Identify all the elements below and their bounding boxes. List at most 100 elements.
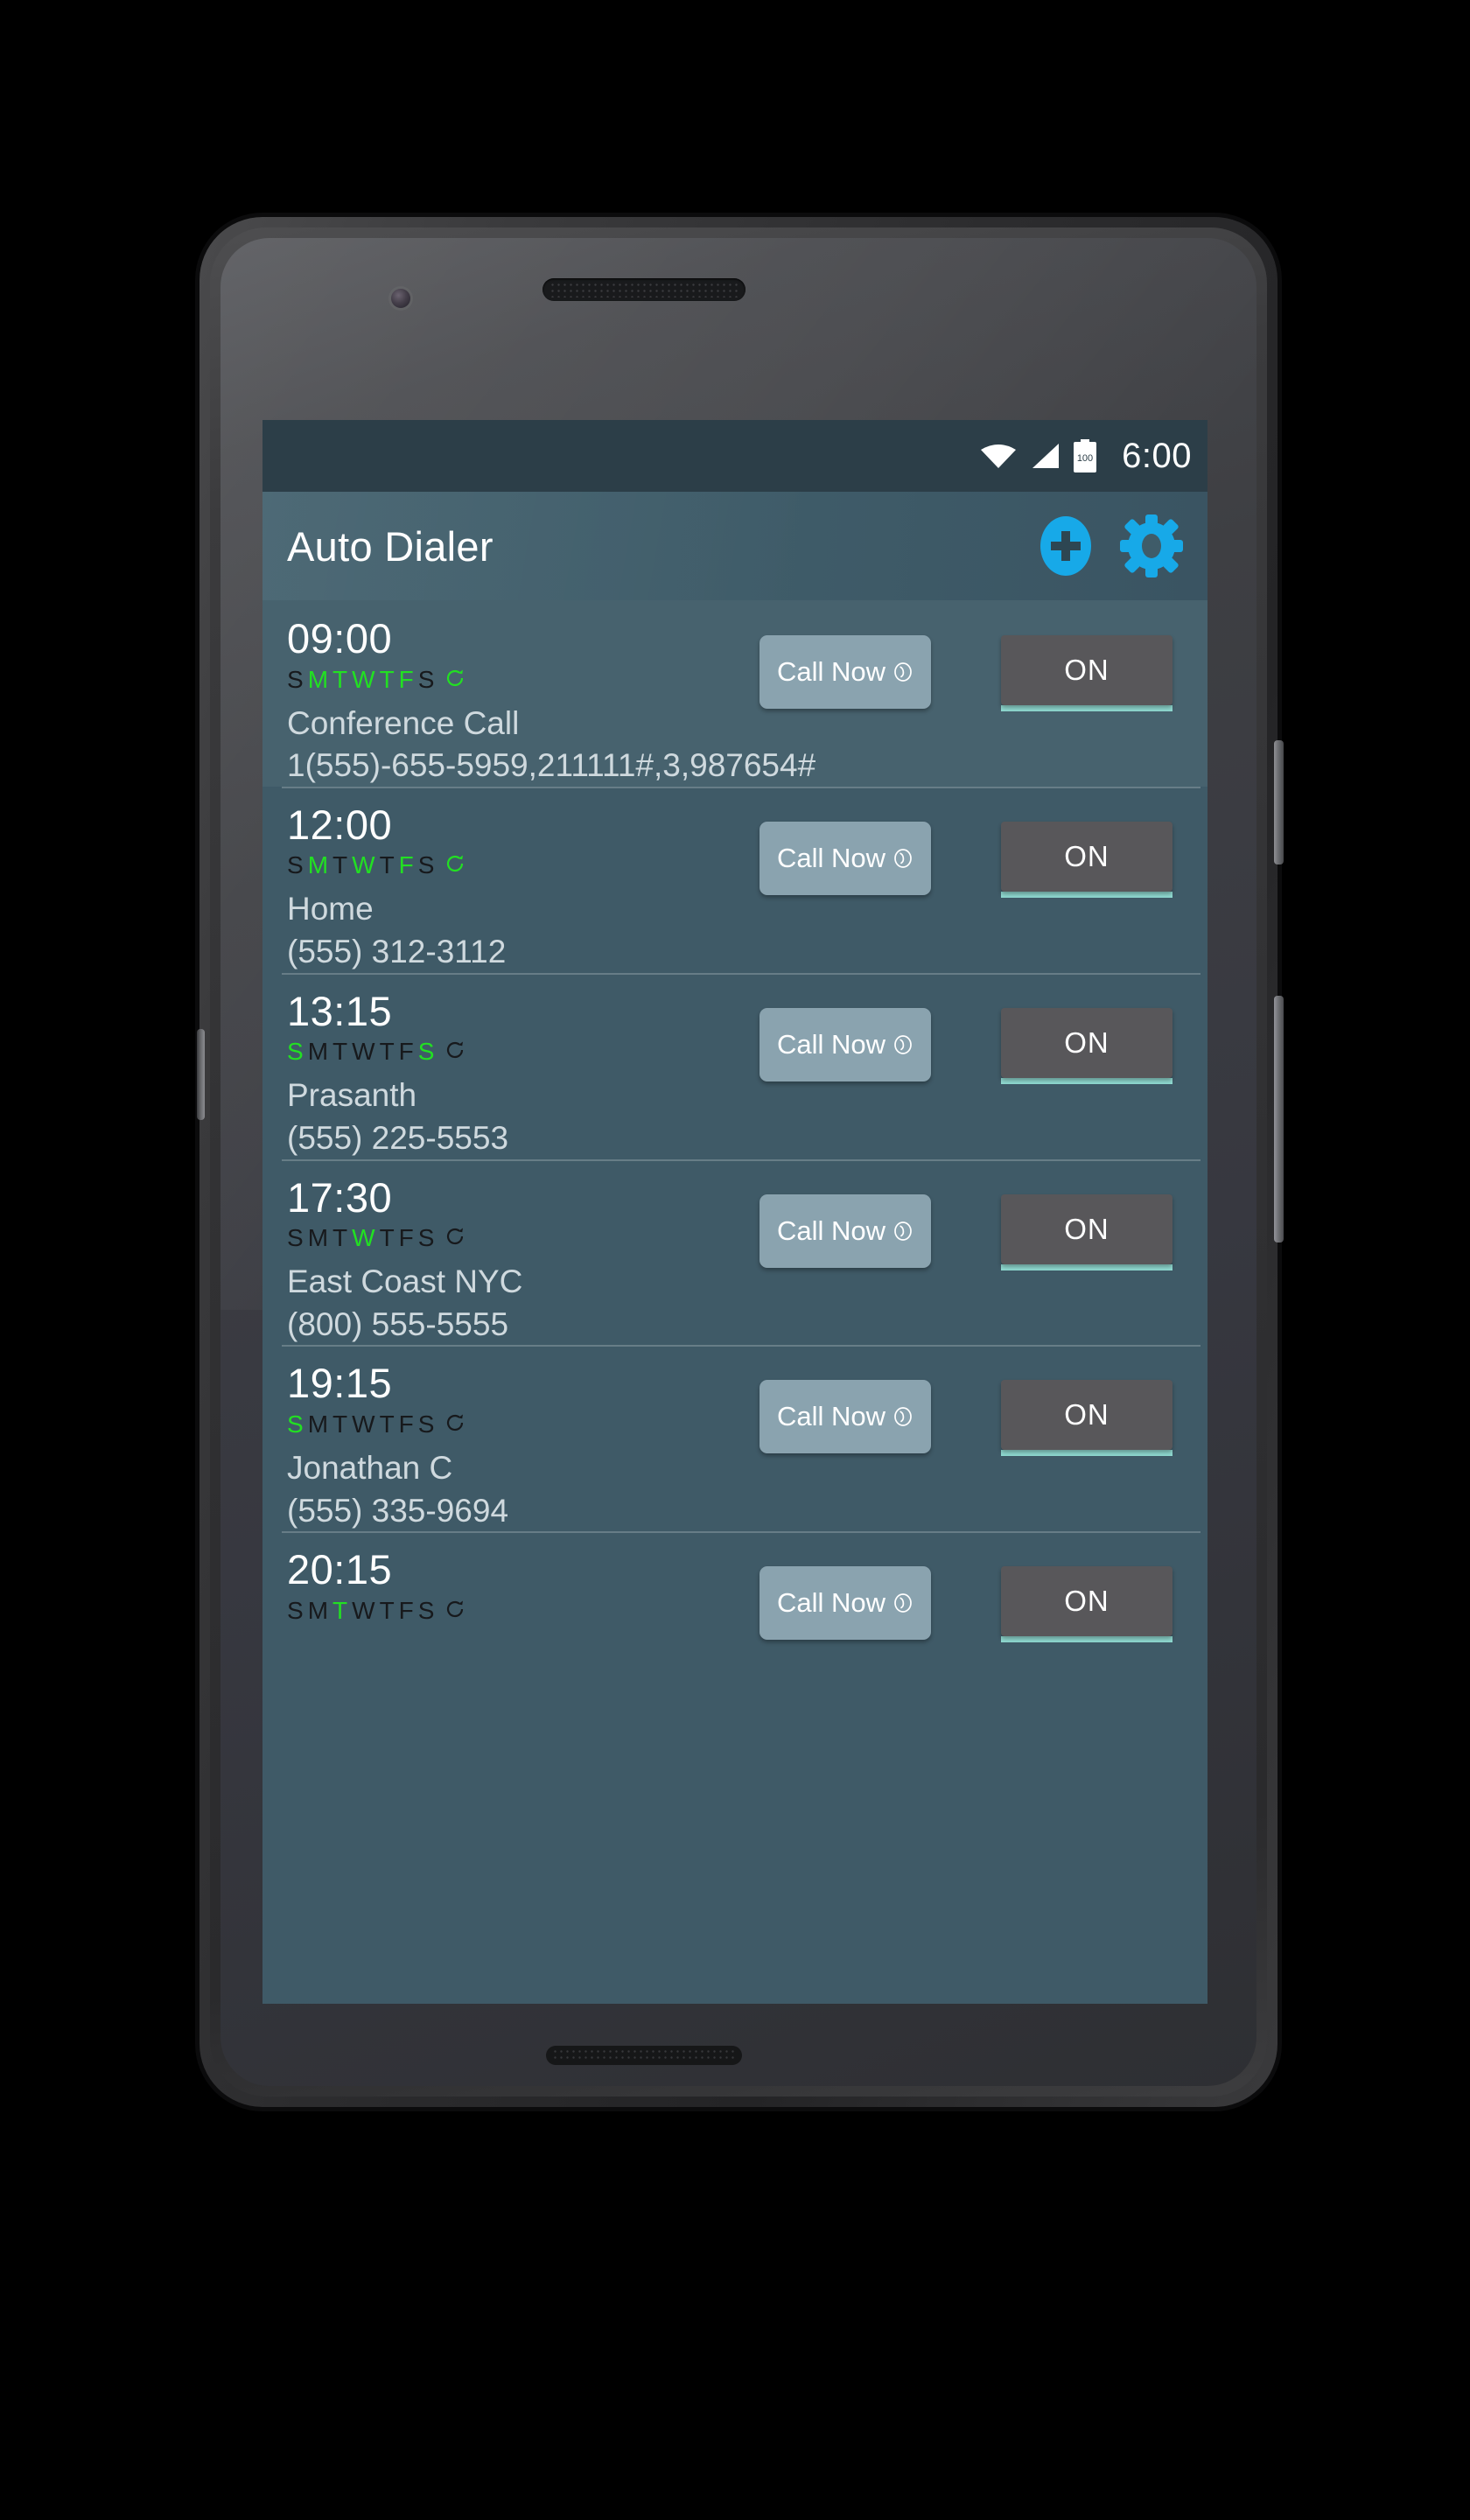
call-now-label: Call Now (776, 842, 886, 873)
day-toggle-0[interactable]: S (287, 1038, 308, 1065)
alarm-day-repeat-row[interactable]: SMTWTFS (287, 1409, 724, 1441)
alarm-time: 12:00 (287, 801, 393, 848)
alarm-row[interactable]: 09:00 SMTWTFS Conference Call 1(555)-655… (262, 600, 1208, 787)
alarm-toggle-wrap[interactable]: ON (1001, 635, 1172, 711)
gear-icon[interactable] (1118, 513, 1185, 579)
day-toggle-6[interactable]: S (418, 666, 439, 693)
day-toggle-6[interactable]: S (418, 851, 439, 878)
day-toggle-4[interactable]: T (380, 851, 399, 878)
call-now-label: Call Now (776, 656, 886, 687)
alarm-day-repeat-row[interactable]: SMTWTFS (287, 1222, 724, 1255)
day-toggle-6[interactable]: S (418, 1224, 439, 1251)
volume-rocker-button[interactable] (1274, 996, 1284, 1242)
alarm-label: Jonathan C (287, 1450, 453, 1486)
day-toggle-2[interactable]: T (332, 666, 352, 693)
bottom-speaker-grill (546, 2046, 742, 2065)
repeat-icon[interactable] (444, 1038, 466, 1068)
day-toggle-5[interactable]: F (399, 1224, 418, 1251)
day-toggle-5[interactable]: F (399, 851, 418, 878)
alarm-toggle-wrap[interactable]: ON (1001, 1007, 1172, 1084)
day-toggle-2[interactable]: T (332, 1224, 352, 1251)
alarm-label: Home (287, 891, 374, 928)
alarm-day-repeat-row[interactable]: SMTWTFS (287, 1036, 724, 1068)
call-now-button[interactable]: Call Now (760, 1007, 931, 1082)
day-toggle-4[interactable]: T (380, 1410, 399, 1438)
call-now-button[interactable]: Call Now (760, 1380, 931, 1454)
day-toggle-3[interactable]: W (352, 1038, 379, 1065)
app-bar: Auto Dialer (262, 492, 1208, 600)
alarm-toggle-wrap[interactable]: ON (1001, 1566, 1172, 1643)
alarm-day-repeat-row[interactable]: SMTWTFS (287, 850, 724, 882)
day-toggle-6[interactable]: S (418, 1597, 439, 1624)
call-now-button[interactable]: Call Now (760, 821, 931, 895)
day-toggle-3[interactable]: W (352, 1597, 379, 1624)
alarm-row[interactable]: 17:30 SMTWTFS East Coast NYC (800) 555-5… (262, 1158, 1208, 1346)
app-bar-actions (1032, 513, 1185, 579)
day-toggle-2[interactable]: T (332, 1597, 352, 1624)
alarm-toggle-button[interactable]: ON (1001, 1007, 1172, 1078)
alarm-row[interactable]: 12:00 SMTWTFS Home (555) 312-3112 Call N… (262, 786, 1208, 973)
alarm-info: 17:30 SMTWTFS East Coast NYC (800) 555-5… (287, 1159, 724, 1346)
day-toggle-6[interactable]: S (418, 1038, 439, 1065)
repeat-icon[interactable] (444, 1597, 466, 1628)
day-toggle-2[interactable]: T (332, 851, 352, 878)
day-toggle-1[interactable]: M (308, 1597, 332, 1624)
alarm-info: 13:15 SMTWTFS Prasanth (555) 225-5553 (287, 973, 724, 1159)
alarm-row[interactable]: 20:15 SMTWTFS Call Now ON (262, 1531, 1208, 1643)
day-toggle-1[interactable]: M (308, 666, 332, 693)
alarm-toggle-wrap[interactable]: ON (1001, 1380, 1172, 1457)
day-toggle-6[interactable]: S (418, 1410, 439, 1438)
day-toggle-2[interactable]: T (332, 1038, 352, 1065)
day-toggle-1[interactable]: M (308, 1224, 332, 1251)
day-toggle-1[interactable]: M (308, 1410, 332, 1438)
day-toggle-0[interactable]: S (287, 666, 308, 693)
day-toggle-1[interactable]: M (308, 851, 332, 878)
alarm-toggle-button[interactable]: ON (1001, 1194, 1172, 1264)
call-now-button[interactable]: Call Now (760, 1566, 931, 1641)
alarm-toggle-button[interactable]: ON (1001, 821, 1172, 892)
day-toggle-4[interactable]: T (380, 666, 399, 693)
alarm-toggle-button[interactable]: ON (1001, 635, 1172, 705)
add-circle-icon[interactable] (1032, 513, 1099, 579)
day-toggle-3[interactable]: W (352, 1410, 379, 1438)
day-toggle-3[interactable]: W (352, 1224, 379, 1251)
day-toggle-0[interactable]: S (287, 1597, 308, 1624)
day-toggle-1[interactable]: M (308, 1038, 332, 1065)
day-toggle-5[interactable]: F (399, 1410, 418, 1438)
power-button[interactable] (1274, 740, 1284, 864)
repeat-icon[interactable] (444, 1410, 466, 1441)
alarm-row[interactable]: 19:15 SMTWTFS Jonathan C (555) 335-9694 … (262, 1345, 1208, 1532)
alarm-day-repeat-row[interactable]: SMTWTFS (287, 1595, 724, 1628)
call-now-label: Call Now (776, 1587, 886, 1619)
repeat-icon[interactable] (444, 1224, 466, 1255)
day-toggle-3[interactable]: W (352, 666, 379, 693)
call-now-label: Call Now (776, 1401, 886, 1432)
call-now-button[interactable]: Call Now (760, 1194, 931, 1268)
repeat-icon[interactable] (444, 666, 466, 696)
day-toggle-5[interactable]: F (399, 666, 418, 693)
repeat-icon[interactable] (444, 851, 466, 882)
alarm-row[interactable]: 13:15 SMTWTFS Prasanth (555) 225-5553 Ca… (262, 972, 1208, 1159)
alarm-time: 13:15 (287, 987, 393, 1034)
alarm-toggle-button[interactable]: ON (1001, 1380, 1172, 1451)
status-bar: 100 6:00 (262, 420, 1208, 492)
call-now-button[interactable]: Call Now (760, 635, 931, 709)
alarm-list[interactable]: 09:00 SMTWTFS Conference Call 1(555)-655… (262, 600, 1208, 2004)
alarm-toggle-button[interactable]: ON (1001, 1566, 1172, 1637)
day-toggle-4[interactable]: T (380, 1038, 399, 1065)
alarm-day-repeat-row[interactable]: SMTWTFS (287, 664, 724, 696)
alarm-toggle-wrap[interactable]: ON (1001, 821, 1172, 898)
call-now-cell: Call Now (724, 600, 966, 709)
alarm-toggle-wrap[interactable]: ON (1001, 1194, 1172, 1270)
day-toggle-4[interactable]: T (380, 1224, 399, 1251)
alarm-toggle-cell: ON (966, 787, 1208, 898)
day-toggle-3[interactable]: W (352, 851, 379, 878)
day-toggle-5[interactable]: F (399, 1038, 418, 1065)
toggle-active-underline (1001, 1264, 1172, 1270)
day-toggle-0[interactable]: S (287, 1224, 308, 1251)
day-toggle-4[interactable]: T (380, 1597, 399, 1624)
day-toggle-0[interactable]: S (287, 851, 308, 878)
day-toggle-0[interactable]: S (287, 1410, 308, 1438)
day-toggle-5[interactable]: F (399, 1597, 418, 1624)
day-toggle-2[interactable]: T (332, 1410, 352, 1438)
